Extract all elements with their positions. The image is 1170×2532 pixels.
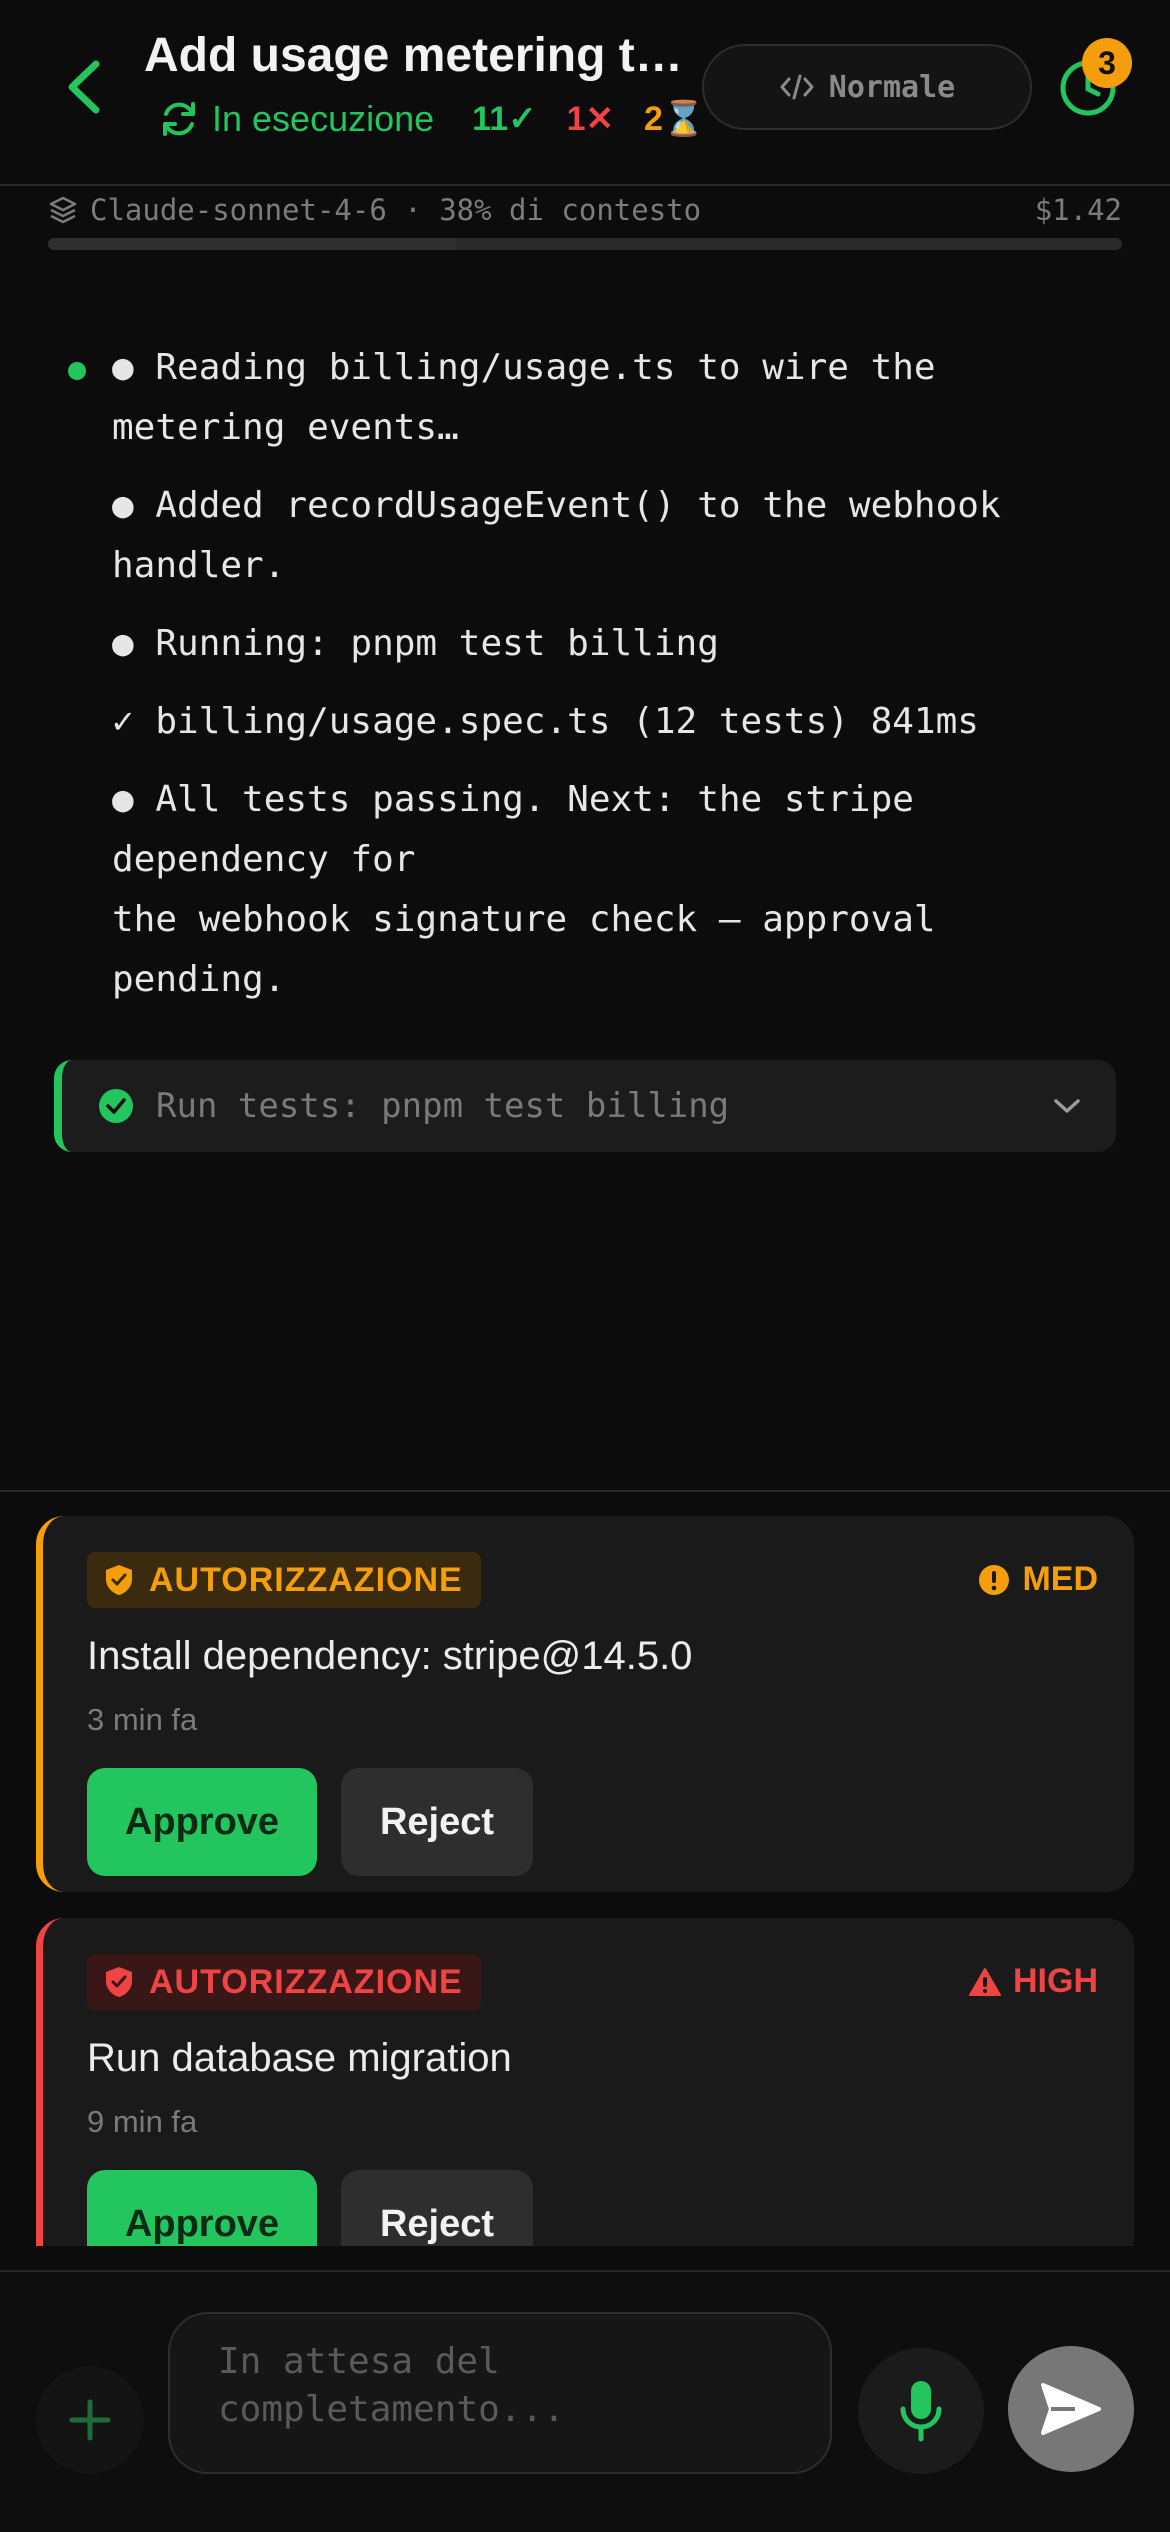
approval-title: Install dependency: stripe@14.5.0	[87, 1634, 693, 1678]
mode-label: Normale	[828, 69, 956, 105]
live-indicator	[68, 362, 86, 380]
log-line: ✓ billing/usage.spec.ts (12 tests) 841ms	[112, 701, 979, 742]
approve-button[interactable]: Approve	[87, 2170, 317, 2246]
refresh-icon	[163, 102, 195, 136]
log-line: ● Reading billing/usage.ts to wire the m…	[112, 347, 936, 448]
message-input[interactable]: In attesa del completamento...	[168, 2312, 832, 2474]
layers-icon	[49, 196, 77, 224]
risk-label: HIGH	[1013, 1962, 1098, 2000]
section-divider	[0, 1490, 1170, 1492]
alert-circle-icon	[979, 1564, 1010, 1595]
approval-tag: AUTORIZZAZIONE	[87, 1552, 481, 1608]
approve-button[interactable]: Approve	[87, 1768, 317, 1876]
approval-time: 3 min fa	[87, 1702, 198, 1737]
chevron-down-icon	[1054, 1099, 1080, 1113]
status-running: In esecuzione	[158, 98, 434, 140]
context-usage-bar	[48, 238, 1122, 250]
log-line: ● Added recordUsageEvent() to the webhoo…	[112, 485, 1001, 586]
log-line: ● Running: pnpm test billing	[112, 623, 719, 664]
risk-level: HIGH	[969, 1962, 1098, 2001]
approval-time: 9 min fa	[87, 2104, 198, 2139]
reject-button[interactable]: Reject	[341, 2170, 533, 2246]
status-label: In esecuzione	[212, 98, 435, 139]
send-button[interactable]	[1008, 2346, 1134, 2472]
check-circle-icon	[99, 1089, 133, 1123]
context-usage-fill	[48, 238, 457, 250]
approval-queue: AUTORIZZAZIONE MED Install dependency: s…	[0, 1500, 1170, 2246]
tool-call-row[interactable]: Run tests: pnpm test billing	[54, 1060, 1116, 1152]
plus-icon	[69, 2399, 111, 2441]
shield-check-icon	[106, 1967, 132, 1997]
warning-triangle-icon	[969, 1967, 1001, 1996]
reject-button[interactable]: Reject	[341, 1768, 533, 1876]
model-context-text: Claude-sonnet-4-6 · 38% di contesto	[90, 193, 702, 227]
approval-title: Run database migration	[87, 2036, 512, 2080]
count-failed: 1✕	[566, 100, 614, 138]
chevron-left-icon	[68, 60, 100, 114]
code-icon	[780, 74, 814, 100]
voice-input-button[interactable]	[858, 2348, 984, 2474]
approval-tag-label: AUTORIZZAZIONE	[149, 1560, 463, 1599]
approval-card: AUTORIZZAZIONE MED Install dependency: s…	[36, 1516, 1134, 1892]
approval-tag-label: AUTORIZZAZIONE	[149, 1962, 463, 2001]
session-cost: $1.42	[1034, 193, 1122, 227]
message-placeholder: In attesa del completamento...	[218, 2341, 565, 2430]
send-icon	[1041, 2383, 1101, 2435]
composer: In attesa del completamento...	[0, 2270, 1170, 2532]
microphone-icon	[900, 2381, 942, 2442]
approval-card: AUTORIZZAZIONE HIGH Run database migrati…	[36, 1918, 1134, 2246]
history-badge: 3	[1082, 38, 1132, 88]
top-bar: Add usage metering to… In esecuzione 11✓…	[0, 0, 1170, 186]
add-attachment-button[interactable]	[36, 2366, 144, 2474]
shield-check-icon	[106, 1565, 132, 1595]
risk-level: MED	[978, 1560, 1098, 1599]
risk-label: MED	[1022, 1560, 1098, 1598]
count-succeeded: 11✓	[472, 100, 537, 138]
tool-call-label: Run tests: pnpm test billing	[156, 1086, 730, 1126]
mode-selector[interactable]: Normale	[702, 44, 1032, 130]
approval-tag: AUTORIZZAZIONE	[87, 1954, 481, 2010]
session-title: Add usage metering to…	[144, 29, 704, 82]
log-line: ● All tests passing. Next: the stripe de…	[112, 779, 936, 1000]
model-info-bar: Claude-sonnet-4-6 · 38% di contesto $1.4…	[48, 190, 1122, 230]
count-pending: 2⌛	[644, 100, 706, 138]
back-button[interactable]	[54, 52, 114, 122]
status-row: In esecuzione 11✓ 1✕ 2⌛	[158, 94, 705, 144]
